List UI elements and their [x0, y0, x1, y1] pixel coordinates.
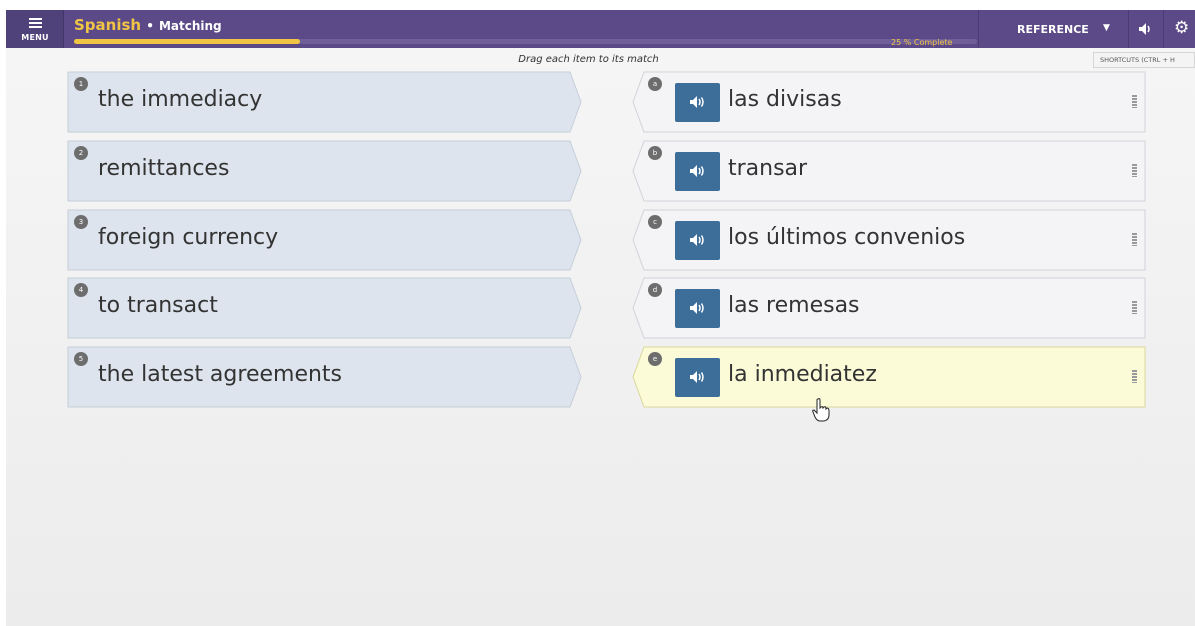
term-text: remittances [98, 156, 230, 181]
title-separator: • [146, 19, 154, 33]
item-number-badge: 4 [74, 283, 88, 297]
grip-icon[interactable] [1132, 370, 1137, 383]
play-audio-button[interactable] [675, 221, 720, 260]
sound-icon [690, 165, 704, 177]
match-text: transar [728, 156, 808, 181]
progress-text: 25 % Complete [891, 38, 953, 47]
settings-button[interactable]: ⚙ [1163, 10, 1195, 48]
term-text: the latest agreements [98, 362, 343, 387]
item-letter-badge: b [648, 146, 662, 160]
grip-icon[interactable] [1132, 233, 1137, 246]
term-text: to transact [98, 293, 218, 318]
sound-toggle-button[interactable] [1128, 10, 1162, 48]
reference-dropdown[interactable]: REFERENCE ▼ [978, 10, 1128, 48]
item-letter-badge: a [648, 77, 662, 91]
sound-icon [690, 234, 704, 246]
term-card[interactable]: 1 the immediacy [67, 71, 585, 133]
matching-activity-window: MENU Spanish • Matching 25 % Complete RE… [6, 10, 1195, 626]
sound-icon [690, 302, 704, 314]
sound-icon [690, 371, 704, 383]
play-audio-button[interactable] [675, 358, 720, 397]
activity-title: Spanish • Matching [74, 15, 222, 34]
item-letter-badge: e [648, 352, 662, 366]
menu-label: MENU [21, 33, 49, 42]
match-card[interactable]: b transar [628, 140, 1146, 202]
match-text: la inmediatez [728, 362, 877, 387]
play-audio-button[interactable] [675, 289, 720, 328]
match-card[interactable]: e la inmediatez [628, 346, 1146, 408]
item-letter-badge: d [648, 283, 662, 297]
match-text: las divisas [728, 87, 842, 112]
sound-icon [690, 96, 704, 108]
item-number-badge: 1 [74, 77, 88, 91]
item-number-badge: 3 [74, 215, 88, 229]
grip-icon[interactable] [1132, 301, 1137, 314]
sound-icon [1139, 23, 1150, 35]
term-card[interactable]: 5 the latest agreements [67, 346, 585, 408]
term-card[interactable]: 2 remittances [67, 140, 585, 202]
grip-icon[interactable] [1132, 164, 1137, 177]
match-card[interactable]: a las divisas [628, 71, 1146, 133]
progress-bar [74, 39, 977, 44]
activity-mode: Matching [158, 19, 222, 33]
match-text: los últimos convenios [728, 225, 966, 250]
match-card[interactable]: d las remesas [628, 277, 1146, 339]
course-language: Spanish [74, 16, 142, 34]
match-text: las remesas [728, 293, 860, 318]
menu-icon [29, 18, 42, 30]
grip-icon[interactable] [1132, 95, 1137, 108]
match-card[interactable]: c los últimos convenios [628, 209, 1146, 271]
hand-cursor-icon [812, 398, 830, 426]
term-card[interactable]: 3 foreign currency [67, 209, 585, 271]
item-number-badge: 2 [74, 146, 88, 160]
play-audio-button[interactable] [675, 152, 720, 191]
term-text: the immediacy [98, 87, 263, 112]
reference-label: REFERENCE [1017, 23, 1089, 36]
play-audio-button[interactable] [675, 83, 720, 122]
progress-fill [74, 39, 300, 44]
menu-button[interactable]: MENU [6, 10, 64, 48]
item-letter-badge: c [648, 215, 662, 229]
caret-down-icon: ▼ [1103, 23, 1110, 33]
gear-icon: ⚙ [1174, 18, 1190, 38]
instruction-text: Drag each item to its match [518, 54, 659, 65]
top-bar: MENU Spanish • Matching 25 % Complete RE… [6, 10, 1195, 48]
term-card[interactable]: 4 to transact [67, 277, 585, 339]
item-number-badge: 5 [74, 352, 88, 366]
term-text: foreign currency [98, 225, 279, 250]
